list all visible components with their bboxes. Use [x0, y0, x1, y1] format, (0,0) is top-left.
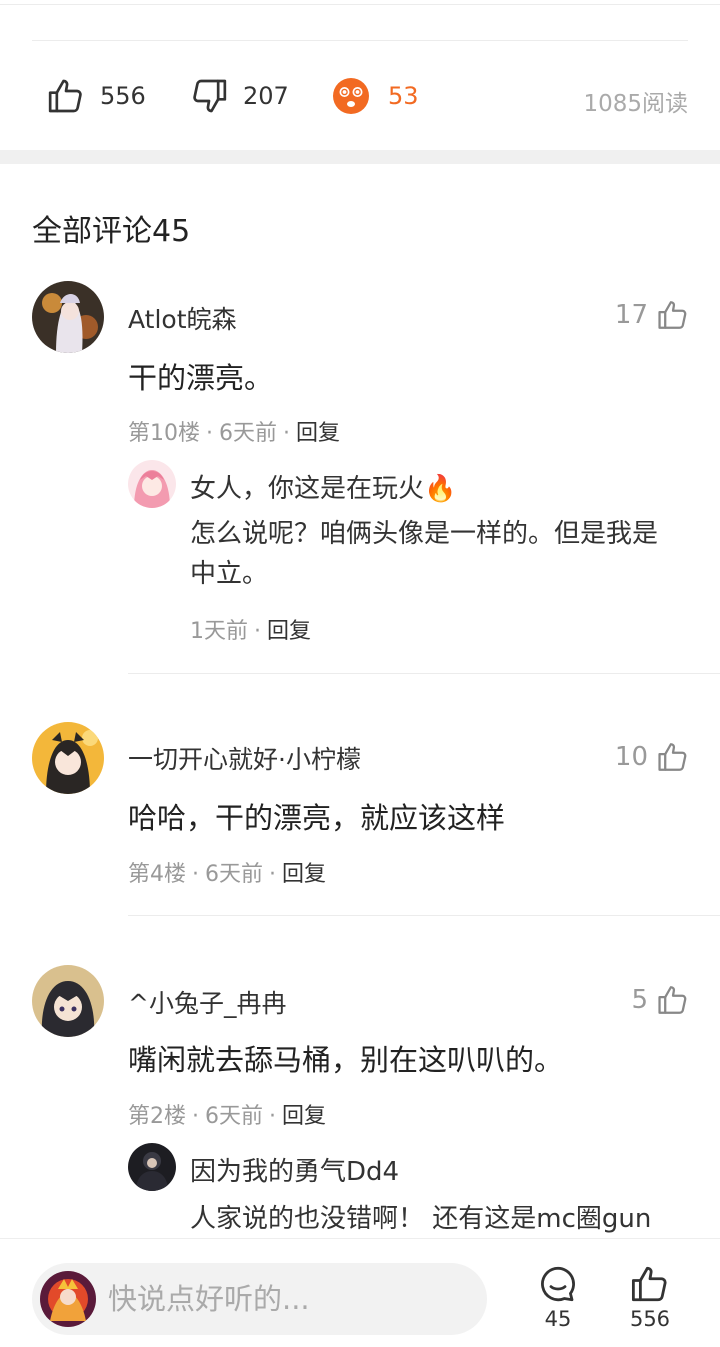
comment-time: 6天前	[205, 862, 263, 887]
comments-button[interactable]: 45	[528, 1263, 588, 1331]
comment-text: 嘴闲就去舔马桶，别在这叭叭的。	[128, 1043, 564, 1077]
reply-author-name[interactable]: 女人，你这是在玩火🔥	[190, 468, 456, 505]
thumbs-up-icon	[658, 743, 687, 771]
comment-meta: 第2楼 · 6天前 · 回复	[128, 1104, 327, 1129]
reply-text: 人家说的也没错啊！ 还有这是mc圈gun	[190, 1204, 652, 1234]
comment-like-button[interactable]: 17	[615, 298, 690, 332]
dislike-article-button[interactable]: 207	[189, 68, 289, 124]
comment-divider	[128, 915, 720, 916]
thumbs-up-icon	[48, 79, 82, 113]
reply-link[interactable]: 回复	[282, 862, 326, 887]
my-avatar	[40, 1271, 96, 1327]
reply-link[interactable]: 回复	[296, 421, 340, 446]
dizzy-face-icon	[333, 78, 369, 114]
comment-like-count: 5	[631, 985, 648, 1015]
comment-like-button[interactable]: 10	[615, 740, 690, 774]
reply-link[interactable]: 回复	[267, 619, 311, 644]
like-button[interactable]: 556	[620, 1263, 680, 1331]
top-divider	[0, 4, 720, 5]
commenter-name[interactable]: ^小兔子_冉冉	[128, 984, 286, 1020]
comment-meta: 第4楼 · 6天前 · 回复	[128, 862, 327, 887]
comment-divider	[128, 673, 720, 674]
comment-like-count: 10	[614, 742, 648, 772]
avatar[interactable]	[32, 965, 104, 1037]
comments-section-title: 全部评论45	[32, 214, 191, 249]
thumbs-up-icon	[658, 986, 687, 1014]
reply-meta: 1天前 · 回复	[190, 619, 312, 644]
comment-bubble-icon	[541, 1266, 575, 1302]
thumbs-down-icon	[193, 79, 227, 113]
comment-input[interactable]	[108, 1279, 468, 1319]
comment-time: 6天前	[205, 1104, 263, 1129]
floor-number: 第2楼	[128, 1104, 186, 1129]
comment-text: 哈哈，干的漂亮，就应该这样	[128, 801, 506, 835]
reply-time: 1天前	[190, 619, 248, 644]
reply-author-name[interactable]: 因为我的勇气Dd4	[190, 1151, 399, 1188]
like-count: 556	[100, 82, 146, 110]
reply-link[interactable]: 回复	[282, 1104, 326, 1129]
reply-text: 怎么说呢？咱俩头像是一样的。但是我是中立。	[190, 519, 659, 589]
comment-time: 6天前	[219, 421, 277, 446]
reply-avatar[interactable]	[128, 460, 176, 508]
comments-count: 45	[544, 1307, 572, 1331]
read-count: 1085阅读	[583, 91, 688, 117]
comment-like-count: 17	[614, 300, 648, 330]
section-separator	[0, 150, 720, 164]
avatar[interactable]	[32, 281, 104, 353]
comment-like-button[interactable]: 5	[631, 983, 690, 1017]
reaction-count: 53	[388, 82, 419, 110]
like-article-button[interactable]: 556	[46, 68, 146, 124]
comment-text: 干的漂亮。	[128, 361, 274, 395]
article-stats-bar: 556 207 53 1085阅读	[0, 68, 720, 124]
reply-avatar[interactable]	[128, 1143, 176, 1191]
comment-input-container[interactable]	[32, 1263, 487, 1335]
content-divider	[32, 40, 688, 41]
floor-number: 第4楼	[128, 862, 186, 887]
thumbs-up-icon	[658, 301, 687, 329]
commenter-name[interactable]: Atlot皖森	[128, 300, 237, 336]
floor-number: 第10楼	[128, 421, 200, 446]
comment-input-bar: 45 556	[0, 1238, 720, 1347]
commenter-name[interactable]: 一切开心就好·小柠檬	[128, 740, 361, 776]
thumbs-up-icon	[631, 1266, 667, 1302]
dislike-count: 207	[243, 82, 289, 110]
likes-count: 556	[629, 1307, 671, 1331]
reaction-button[interactable]: 53	[332, 68, 419, 124]
comment-meta: 第10楼 · 6天前 · 回复	[128, 421, 341, 446]
avatar[interactable]	[32, 722, 104, 794]
